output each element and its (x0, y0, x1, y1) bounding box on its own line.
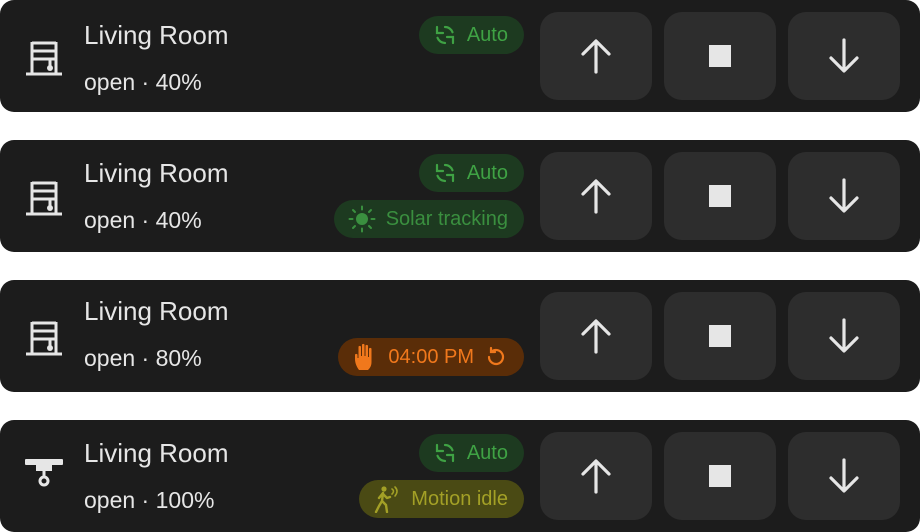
open-cover-button[interactable] (540, 12, 652, 100)
close-cover-button[interactable] (788, 432, 900, 520)
open-cover-button[interactable] (540, 152, 652, 240)
auto-mode-chip[interactable]: Auto (418, 154, 524, 192)
arrow-up-icon (581, 39, 611, 74)
curtain-rail-icon (25, 459, 63, 487)
solar-tracking-chip[interactable]: Solar tracking (333, 200, 524, 238)
stop-cover-button[interactable] (664, 292, 776, 380)
cover-card: Living Room open · 40% Auto Solar tracki… (0, 140, 920, 252)
walking-person-icon (375, 486, 399, 513)
cover-name: Living Room (84, 158, 229, 188)
open-cover-button[interactable] (540, 292, 652, 380)
arrow-up-icon (581, 459, 611, 494)
auto-mode-label: Auto (466, 23, 508, 46)
stop-icon (709, 45, 731, 67)
sync-icon (435, 163, 454, 183)
motion-idle-chip[interactable]: Motion idle (359, 480, 524, 518)
stop-cover-button[interactable] (664, 432, 776, 520)
solar-tracking-label: Solar tracking (385, 207, 508, 230)
cover-card: Living Room open · 100% Auto Motion idle (0, 420, 920, 532)
cover-status: open · 80% (84, 345, 202, 371)
motion-idle-label: Motion idle (411, 487, 508, 510)
stop-icon (709, 465, 731, 487)
stop-icon (709, 185, 731, 207)
window-shutter-icon (26, 321, 62, 356)
window-shutter-icon (26, 41, 62, 76)
arrow-up-icon (581, 319, 611, 354)
cover-name: Living Room (84, 296, 229, 326)
manual-override-time: 04:00 PM (388, 345, 474, 368)
reset-icon[interactable] (484, 345, 508, 369)
hand-icon (355, 343, 372, 370)
cover-card: Living Room open · 80% 04:00 PM (0, 280, 920, 392)
stop-cover-button[interactable] (664, 12, 776, 100)
sync-icon (435, 25, 454, 45)
open-cover-button[interactable] (540, 432, 652, 520)
close-cover-button[interactable] (788, 152, 900, 240)
cover-name: Living Room (84, 438, 229, 468)
sun-icon (348, 205, 376, 233)
arrow-down-icon (829, 38, 859, 73)
manual-override-chip[interactable]: 04:00 PM (338, 338, 524, 376)
auto-mode-label: Auto (466, 441, 508, 464)
auto-mode-label: Auto (466, 161, 508, 184)
arrow-down-icon (829, 458, 859, 493)
stop-icon (709, 325, 731, 347)
cover-status: open · 40% (84, 207, 202, 233)
cover-card: Living Room open · 40% Auto (0, 0, 920, 112)
cover-status: open · 100% (84, 487, 215, 513)
auto-mode-chip[interactable]: Auto (418, 434, 524, 472)
window-shutter-icon (26, 181, 62, 216)
close-cover-button[interactable] (788, 12, 900, 100)
arrow-up-icon (581, 179, 611, 214)
stop-cover-button[interactable] (664, 152, 776, 240)
sync-icon (435, 443, 454, 463)
cover-name: Living Room (84, 20, 229, 50)
cover-status: open · 40% (84, 69, 202, 95)
arrow-down-icon (829, 318, 859, 353)
close-cover-button[interactable] (788, 292, 900, 380)
arrow-down-icon (829, 178, 859, 213)
auto-mode-chip[interactable]: Auto (418, 16, 524, 54)
